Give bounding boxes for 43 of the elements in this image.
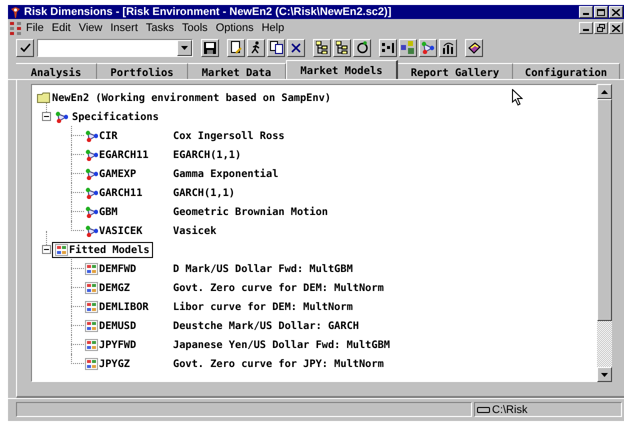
item-description: Govt. Zero curve for JPY: MultNorm xyxy=(173,358,384,370)
menu-item[interactable]: Edit xyxy=(48,22,75,34)
tree-item[interactable]: DEMFWD xyxy=(99,260,173,276)
menu-item[interactable]: Help xyxy=(258,22,288,34)
menu-item[interactable]: Tools xyxy=(178,22,212,34)
menu-item[interactable]: View xyxy=(74,22,106,34)
tree-item[interactable]: CIR xyxy=(99,128,173,144)
item-description: Vasicek xyxy=(173,224,216,236)
item-description: Libor curve for DEM: MultNorm xyxy=(173,300,353,312)
tree-item[interactable]: Fitted Models xyxy=(52,242,153,258)
tree-item[interactable]: GBM xyxy=(99,204,173,220)
tab[interactable]: Market Models xyxy=(286,60,398,79)
tree-item[interactable]: DEMLIBOR xyxy=(99,298,173,314)
item-description: GARCH(1,1) xyxy=(173,186,235,198)
tab[interactable]: Configuration xyxy=(513,63,620,79)
tab[interactable]: Report Gallery xyxy=(398,63,513,79)
tab[interactable]: Portfolios xyxy=(97,63,188,79)
tab[interactable]: Market Data xyxy=(188,63,286,79)
tree-item[interactable]: GAMEXP xyxy=(99,166,173,182)
tab[interactable]: Analysis xyxy=(16,63,97,79)
item-description: Deustche Mark/US Dollar: GARCH xyxy=(173,320,359,332)
window-title: Risk Dimensions - [Risk Environment - NewEn2 (C:\Risk\NewEn2.sc2)] xyxy=(24,6,392,18)
item-description: EGARCH(1,1) xyxy=(173,148,242,160)
tree-item[interactable]: EGARCH11 xyxy=(99,146,173,162)
item-description: Govt. Zero curve for DEM: MultNorm xyxy=(173,282,384,294)
tree-item[interactable]: Specifications xyxy=(69,108,162,124)
item-description: Gamma Exponential xyxy=(173,168,278,180)
tree-item[interactable]: JPYFWD xyxy=(99,336,173,352)
menu-item[interactable]: Tasks xyxy=(142,22,178,34)
tree-item[interactable]: GARCH11 xyxy=(99,184,173,200)
tree-item[interactable]: DEMUSD xyxy=(99,318,173,334)
tree-item[interactable]: VASICEK xyxy=(99,222,173,238)
menu-item[interactable]: Insert xyxy=(106,22,142,34)
item-description: Cox Ingersoll Ross xyxy=(173,130,285,142)
menu-item[interactable]: Options xyxy=(212,22,258,34)
menu-item[interactable]: File xyxy=(22,22,48,34)
tree-item[interactable]: DEMGZ xyxy=(99,280,173,296)
tree-item[interactable]: NewEn2 (Working environment based on SampEnv) xyxy=(49,90,334,106)
tree-item[interactable]: JPYGZ xyxy=(99,356,173,372)
item-description: Geometric Brownian Motion xyxy=(173,206,328,218)
item-description: D Mark/US Dollar Fwd: MultGBM xyxy=(173,262,353,274)
status-path: C:\Risk xyxy=(492,404,528,416)
item-description: Japanese Yen/US Dollar Fwd: MultGBM xyxy=(173,338,390,350)
